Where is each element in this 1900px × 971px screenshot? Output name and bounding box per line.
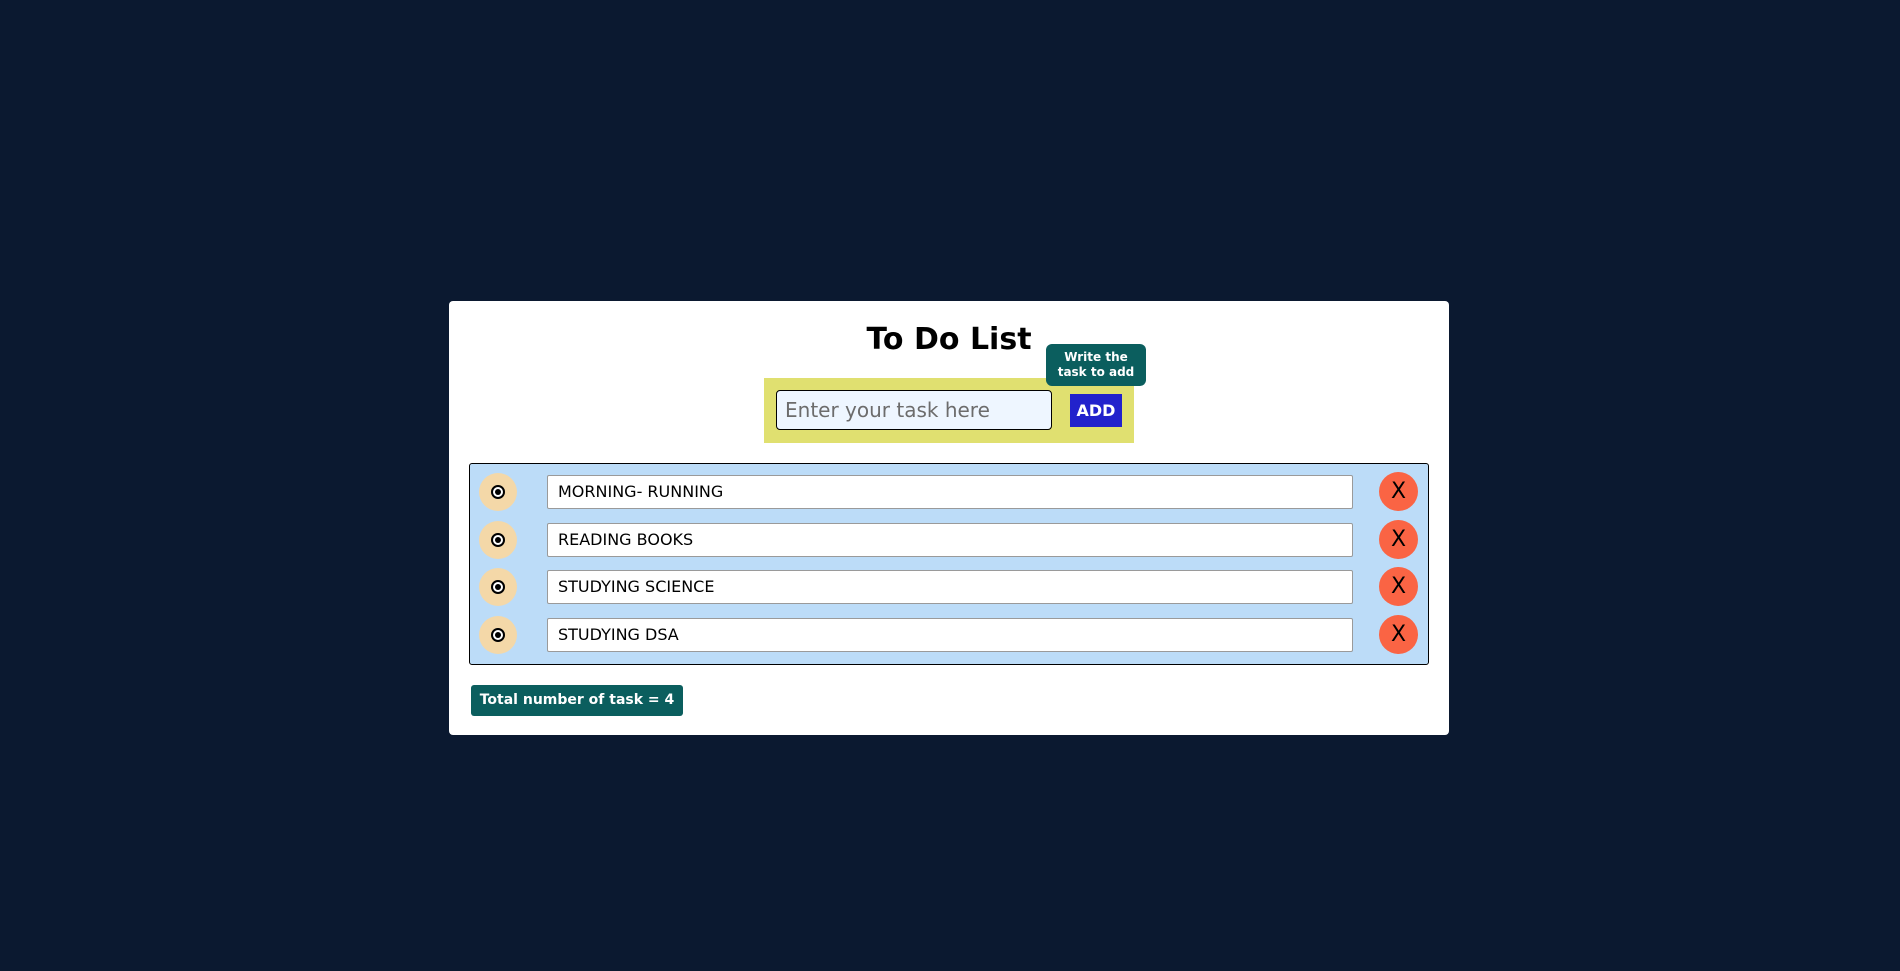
radio-check-icon[interactable] bbox=[479, 521, 517, 559]
task-input-bar: ADD bbox=[764, 378, 1134, 443]
delete-task-button[interactable]: X bbox=[1379, 615, 1418, 654]
radio-check-icon[interactable] bbox=[479, 616, 517, 654]
task-row: READING BOOKS X bbox=[470, 520, 1428, 560]
task-row: STUDYING SCIENCE X bbox=[470, 567, 1428, 607]
task-text[interactable]: STUDYING DSA bbox=[547, 618, 1353, 652]
todo-card: To Do List ADD Write the task to add MOR… bbox=[449, 301, 1449, 735]
delete-task-button[interactable]: X bbox=[1379, 520, 1418, 559]
add-button[interactable]: ADD bbox=[1070, 394, 1122, 427]
task-text[interactable]: MORNING- RUNNING bbox=[547, 475, 1353, 509]
task-input[interactable] bbox=[776, 390, 1052, 430]
delete-task-button[interactable]: X bbox=[1379, 472, 1418, 511]
total-tasks-badge: Total number of task = 4 bbox=[471, 685, 683, 716]
task-list: MORNING- RUNNING X READING BOOKS X STUDY… bbox=[469, 463, 1429, 665]
radio-check-icon[interactable] bbox=[479, 473, 517, 511]
task-row: STUDYING DSA X bbox=[470, 615, 1428, 655]
add-tooltip: Write the task to add bbox=[1046, 344, 1146, 386]
page-title: To Do List bbox=[866, 322, 1032, 357]
task-row: MORNING- RUNNING X bbox=[470, 472, 1428, 512]
task-text[interactable]: READING BOOKS bbox=[547, 523, 1353, 557]
task-text[interactable]: STUDYING SCIENCE bbox=[547, 570, 1353, 604]
delete-task-button[interactable]: X bbox=[1379, 567, 1418, 606]
radio-check-icon[interactable] bbox=[479, 568, 517, 606]
